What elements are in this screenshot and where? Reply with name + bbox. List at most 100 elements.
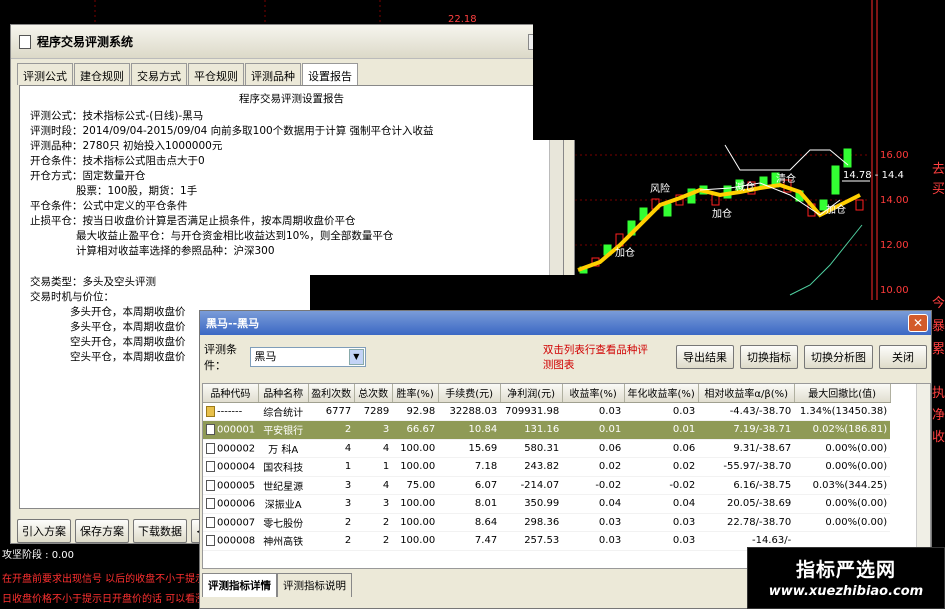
column-header[interactable]: 最大回撤比(值) xyxy=(794,384,891,403)
results-table: 品种代码 品种名称 盈利次数 总次数 胜率(%) 手续费(元) 净利润(元) 收益率(%) 年化… xyxy=(202,383,931,569)
window-titlebar[interactable]: 程序交易评测系统 xyxy=(11,25,574,59)
table-cell: 100.00 xyxy=(392,457,439,477)
symbol-code: 000007 xyxy=(217,517,256,528)
y-axis-label: 12.00 xyxy=(880,240,909,251)
table-cell: 0.02 xyxy=(562,457,625,477)
table-cell: 4 xyxy=(354,439,393,458)
table-cell: 32288.03 xyxy=(438,402,501,421)
download-data-button[interactable]: 下载数据 xyxy=(133,519,187,543)
table-cell: -0.02 xyxy=(624,476,699,495)
chart-annotation: 减仓 xyxy=(735,180,755,193)
tab-open-rules[interactable]: 建仓规则 xyxy=(74,63,130,85)
table-row[interactable]: 000001 平安银行 2 3 66.67 10.84 131.16 0.01 0.01 7.19… xyxy=(203,420,891,440)
table-cell: 世纪星源 xyxy=(258,476,309,495)
table-cell: 100.00 xyxy=(392,439,439,458)
tab-report[interactable]: 设置报告 xyxy=(302,63,358,86)
table-row[interactable]: ------- 综合统计 6777 7289 92.98 32288.03 709931.9… xyxy=(203,402,891,421)
import-scheme-button[interactable]: 引入方案 xyxy=(17,519,71,543)
column-header[interactable]: 净利润(元) xyxy=(500,384,563,403)
tab-indicator-description[interactable]: 评测指标说明 xyxy=(277,573,352,597)
y-axis-label: 10.00 xyxy=(880,285,909,296)
report-line: 评测品种：2780只 初始投入1000000元 xyxy=(30,140,223,152)
y-axis-label: 14.00 xyxy=(880,195,909,206)
chart-annotation: 加仓 xyxy=(826,203,846,216)
report-line: 计算相对收益率选择的参照品种：沪深300 xyxy=(76,245,275,257)
report-line: 止损平仓：按当日收盘价计算是否满足止损条件，按本周期收盘价平仓 xyxy=(30,215,356,227)
document-icon xyxy=(206,442,215,454)
report-title: 程序交易评测设置报告 xyxy=(239,93,344,105)
table-cell: 0.04 xyxy=(562,494,625,514)
table-cell: -214.07 xyxy=(500,476,563,495)
table-row[interactable]: 000002 万 科A 4 4 100.00 15.69 580.31 0.06 0.06 9.3… xyxy=(203,439,891,458)
table-cell: 1 xyxy=(354,457,393,477)
upper-band xyxy=(724,144,849,171)
y-axis-label: 16.00 xyxy=(880,150,909,161)
settings-tabs: 评测公式 建仓规则 交易方式 平仓规则 评测品种 设置报告 xyxy=(11,59,574,86)
table-cell: 2 xyxy=(308,531,355,551)
column-header[interactable]: 年化收益率(%) xyxy=(624,384,699,403)
chevron-down-icon[interactable]: ▼ xyxy=(348,349,364,365)
table-cell: ------- xyxy=(203,402,259,421)
chart-annotation: 加仓 xyxy=(712,207,732,220)
column-header[interactable]: 品种代码 xyxy=(203,384,259,403)
window-title: 程序交易评测系统 xyxy=(37,35,134,49)
switch-chart-button[interactable]: 切换分析图 xyxy=(804,345,873,369)
close-button[interactable]: ✕ xyxy=(908,314,928,332)
candle xyxy=(831,165,840,195)
save-scheme-button[interactable]: 保存方案 xyxy=(75,519,129,543)
tab-trade-mode[interactable]: 交易方式 xyxy=(131,63,187,85)
column-header[interactable]: 总次数 xyxy=(354,384,393,403)
window-titlebar[interactable]: 黑马--黑马 xyxy=(200,311,931,335)
table-row[interactable]: 000005 世纪星源 3 4 75.00 6.07 -214.07 -0.02 -0.02 6.… xyxy=(203,476,891,495)
condition-select[interactable]: 黑马 ▼ xyxy=(250,347,366,367)
table-cell: 深振业A xyxy=(258,494,309,514)
table-scrollbar[interactable] xyxy=(916,384,930,568)
table-cell: 4 xyxy=(308,439,355,458)
column-header[interactable]: 收益率(%) xyxy=(562,384,625,403)
table-cell: 6.07 xyxy=(438,476,501,495)
table-cell: 000004 xyxy=(203,457,259,477)
right-edge-char: 执 xyxy=(932,386,945,401)
table-cell: 1 xyxy=(308,457,355,477)
table-cell: 75.00 xyxy=(392,476,439,495)
symbol-code: 000002 xyxy=(217,443,256,454)
column-header[interactable]: 相对收益率α/β(%) xyxy=(698,384,795,403)
column-header[interactable]: 盈利次数 xyxy=(308,384,355,403)
tab-close-rules[interactable]: 平仓规则 xyxy=(188,63,244,85)
column-header[interactable]: 胜率(%) xyxy=(392,384,439,403)
table-cell: 0.03 xyxy=(624,402,699,421)
table-cell: 7.18 xyxy=(438,457,501,477)
tab-symbols[interactable]: 评测品种 xyxy=(245,63,301,85)
table-cell: 709931.98 xyxy=(500,402,563,421)
candle xyxy=(663,203,672,217)
table-cell: 15.69 xyxy=(438,439,501,458)
document-icon xyxy=(19,34,31,49)
table-cell: 2 xyxy=(308,513,355,532)
table-cell: 0.03 xyxy=(624,531,699,551)
switch-indicator-button[interactable]: 切换指标 xyxy=(740,345,798,369)
symbol-code: 000004 xyxy=(217,461,256,473)
export-results-button[interactable]: 导出结果 xyxy=(676,345,734,369)
table-row[interactable]: 000004 国农科技 1 1 100.00 7.18 243.82 0.02 0.02 -55.… xyxy=(203,457,891,477)
table-cell: -4.43/-38.70 xyxy=(698,402,795,421)
column-header[interactable]: 品种名称 xyxy=(258,384,309,403)
table-cell: -0.02 xyxy=(562,476,625,495)
close-dialog-button[interactable]: 关闭 xyxy=(879,345,927,369)
report-line: 评测时段：2014/09/04-2015/09/04 向前多取100个数据用于计… xyxy=(30,125,434,137)
table-cell: 0.00%(0.00) xyxy=(794,513,891,532)
table-row[interactable]: 000007 零七股份 2 2 100.00 8.64 298.36 0.03 0.03 22.7… xyxy=(203,513,891,532)
report-line: 最大收益止盈平仓：与开仓资金相比收益达到10%，则全部数量平仓 xyxy=(76,230,394,242)
table-cell: 2 xyxy=(354,531,393,551)
report-line: 开仓方式：固定数量开仓 xyxy=(30,170,146,182)
table-cell: 243.82 xyxy=(500,457,563,477)
symbol-code: 000008 xyxy=(217,535,256,547)
folder-icon xyxy=(206,405,215,417)
symbol-code: ------- xyxy=(217,406,243,417)
tab-formula[interactable]: 评测公式 xyxy=(17,63,73,85)
column-header[interactable]: 手续费(元) xyxy=(438,384,501,403)
tab-indicator-details[interactable]: 评测指标详情 xyxy=(202,573,277,597)
table-cell: 0.03 xyxy=(624,513,699,532)
table-row[interactable]: 000006 深振业A 3 3 100.00 8.01 350.99 0.04 0.04 20.0… xyxy=(203,494,891,514)
table-cell: 0.00%(0.00) xyxy=(794,494,891,514)
table-cell: 350.99 xyxy=(500,494,563,514)
